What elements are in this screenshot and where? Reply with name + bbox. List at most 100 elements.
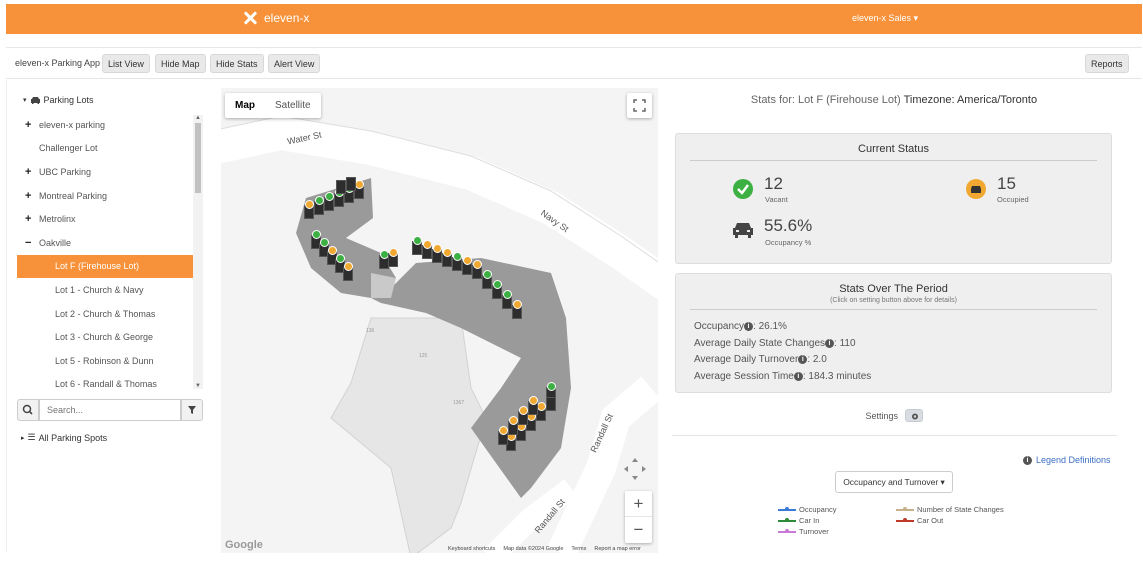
spot-vacant-icon [320,238,329,247]
info-icon[interactable]: i [744,322,754,331]
parking-map[interactable]: Water St Navy St Randall St Randall St 1… [221,88,658,553]
collapse-icon[interactable]: − [25,237,39,249]
tree-item[interactable]: Lot F (Firehouse Lot) [17,254,203,279]
info-icon: i [1023,455,1032,465]
brand-logo[interactable]: eleven-x [242,10,309,26]
section-divider [672,435,1117,436]
tree-item[interactable]: Lot 5 - Robinson & Dunn [17,349,203,373]
info-icon[interactable]: i [798,355,808,364]
spot-occupied-icon [519,406,528,415]
pan-arrows-icon [624,458,646,480]
parking-spot[interactable] [346,177,356,191]
google-logo: Google [225,539,263,551]
tree-item[interactable]: Lot 6 - Randall & Thomas [17,373,203,391]
spot-occupied-icon [344,262,353,271]
expand-icon[interactable]: + [25,166,39,178]
terms-link[interactable]: Terms [571,546,586,552]
search-input[interactable] [39,399,181,421]
all-parking-spots[interactable]: ▸ ☰ All Parking Spots [21,432,107,443]
spot-occupied-icon [305,200,314,209]
report-map-error-link[interactable]: Report a map error [594,546,640,552]
app-name: eleven-x Parking App [15,58,101,68]
settings-row: Settings [668,409,1120,422]
chart-legend-item[interactable]: Number of State Changes [896,505,1004,514]
zoom-out-button[interactable]: − [625,517,652,543]
parking-spot[interactable] [336,180,346,194]
tree-item[interactable]: + eleven-x parking [17,113,203,137]
zoom-in-button[interactable]: + [625,491,652,517]
car-icon [733,223,753,238]
period-stat-line: Average Daily Turnover i: 2.0 [694,354,827,365]
info-icon[interactable]: i [793,371,803,381]
user-menu-dropdown[interactable]: eleven-x Sales ▾ [852,13,918,24]
occupied-car-icon [966,179,986,199]
scroll-down-icon[interactable]: ▼ [195,383,201,389]
tree-item-label: Lot 5 - Robinson & Dunn [55,355,154,366]
list-view-button[interactable]: List View [102,54,150,73]
spot-occupied-icon [513,300,522,309]
occupancy-percent: 55.6% [764,216,813,235]
spot-vacant-icon [547,382,556,391]
current-status-panel: Current Status 12 Vacant 15 Occupied 55.… [675,133,1112,264]
list-icon: ☰ [27,432,36,442]
tree-item[interactable]: Lot 3 - Church & George [17,325,203,349]
zoom-control: + − [625,491,652,543]
tree-item[interactable]: + Montreal Parking [17,184,203,208]
tree-item-label: Lot 6 - Randall & Thomas [55,379,157,390]
search-button[interactable] [17,399,39,421]
tree-item-label: UBC Parking [39,166,92,177]
scrollbar-thumb[interactable] [195,123,201,193]
fullscreen-icon [633,99,646,112]
period-stat-line: Average Daily State Changes i: 110 [694,338,856,349]
chart-legend-item[interactable]: Occupancy [778,505,837,514]
spot-occupied-icon [473,260,482,269]
fullscreen-button[interactable] [627,93,652,118]
tree-item-label: Lot 3 - Church & George [55,332,154,343]
tab-map[interactable]: Map [225,93,265,118]
settings-button[interactable] [904,409,923,422]
tree-item[interactable]: + Metrolinx [17,207,203,231]
keyboard-shortcuts-link[interactable]: Keyboard shortcuts [448,546,495,552]
filter-button[interactable] [181,399,203,421]
tree-scrollbar[interactable]: ▲ ▼ [193,115,203,389]
spot-occupied-icon [537,402,546,411]
period-stat-value: : 110 [834,337,856,349]
scroll-up-icon[interactable]: ▲ [195,115,201,121]
hide-map-button[interactable]: Hide Map [155,54,206,73]
pan-control[interactable] [620,454,650,484]
info-icon[interactable]: i [825,338,835,348]
expand-icon[interactable]: + [25,213,39,225]
alert-view-button[interactable]: Alert View [268,54,321,73]
tab-satellite[interactable]: Satellite [265,93,321,118]
parking-spot[interactable] [546,397,556,411]
tree-item[interactable]: Lot 2 - Church & Thomas [17,302,203,326]
map-footer: Keyboard shortcuts Map data ©2024 Google… [448,546,641,552]
building-label-1367: 1367 [453,400,465,406]
tree-item[interactable]: Lot 1 - Church & Navy [17,278,203,302]
current-status-title: Current Status [858,143,929,155]
building-label-125: 125 [419,353,428,359]
legend-definitions-link[interactable]: i Legend Definitions [1023,455,1111,465]
period-stat-label: Average Session Time [694,370,794,382]
occupancy-label: Occupancy % [765,238,812,247]
legend-swatch [778,517,796,522]
chart-type-select[interactable]: Occupancy and Turnover ▾ [835,471,953,493]
tree-item-label: Lot F (Firehouse Lot) [55,261,140,272]
hide-stats-button[interactable]: Hide Stats [210,54,264,73]
vacant-check-icon [733,179,753,199]
parking-lots-root[interactable]: ▾ Parking Lots [23,95,94,105]
reports-button[interactable]: Reports [1085,54,1129,73]
expand-icon[interactable]: + [25,119,39,131]
tree-item[interactable]: + UBC Parking [17,160,203,184]
app-toolbar: eleven-x Parking App List View Hide Map … [6,47,1142,79]
chart-legend-item[interactable]: Car In [778,516,819,525]
spot-vacant-icon [325,192,334,201]
vacant-count: 12 [764,174,783,193]
spot-occupied-icon [433,244,442,253]
gear-icon [911,413,918,420]
chart-legend-item[interactable]: Car Out [896,516,943,525]
chart-legend-item[interactable]: Turnover [778,527,829,536]
expand-icon[interactable]: + [25,190,39,202]
tree-item[interactable]: Challenger Lot [17,137,203,161]
tree-item[interactable]: − Oakville [17,231,203,255]
